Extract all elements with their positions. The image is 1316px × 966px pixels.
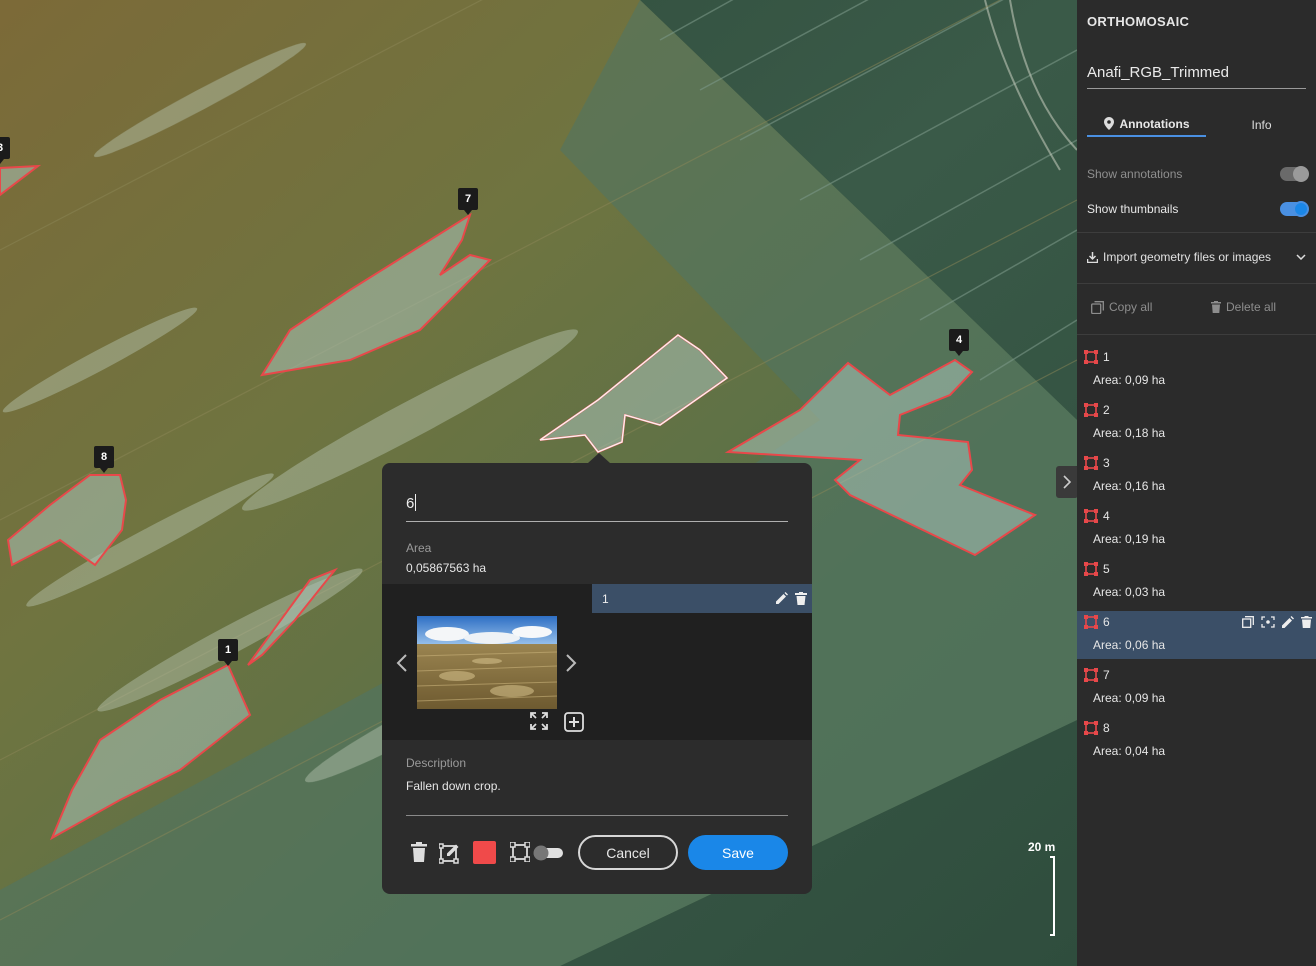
image-index: 1 (602, 592, 609, 606)
description-input[interactable]: Fallen down crop. (406, 779, 501, 793)
color-swatch[interactable] (473, 841, 496, 864)
map-marker-3[interactable]: 3 (0, 137, 10, 164)
delete-image-icon[interactable] (795, 592, 807, 605)
layer-name-value: Anafi_RGB_Trimmed (1087, 64, 1229, 81)
polygon-shape-icon (510, 842, 530, 862)
map-marker-4[interactable]: 4 (949, 329, 969, 356)
description-label: Description (406, 756, 467, 770)
area-value: 0,05867563 ha (406, 561, 487, 575)
polygon-icon (1084, 562, 1098, 576)
divider (1077, 232, 1316, 233)
annotation-list-item[interactable]: 1 Area: 0,09 ha (1077, 346, 1316, 394)
edit-icon[interactable] (1282, 616, 1294, 628)
tab-annotations[interactable]: Annotations (1087, 112, 1206, 137)
annotation-number: 6 (1103, 615, 1110, 629)
annotation-area: Area: 0,19 ha (1093, 532, 1166, 546)
show-thumbnails-toggle[interactable] (1280, 201, 1309, 217)
zoom-to-icon[interactable] (1261, 616, 1275, 628)
annotation-number: 4 (1103, 509, 1110, 523)
description-underline (406, 815, 788, 816)
prev-image-icon[interactable] (396, 654, 408, 672)
fullscreen-icon[interactable] (530, 712, 548, 730)
edit-image-icon[interactable] (775, 592, 788, 605)
annotation-number: 3 (1103, 456, 1110, 470)
show-thumbnails-row: Show thumbnails (1087, 199, 1309, 219)
annotation-area: Area: 0,09 ha (1093, 373, 1166, 387)
show-annotations-toggle[interactable] (1280, 166, 1309, 182)
import-label: Import geometry files or images (1103, 250, 1272, 264)
edit-geometry-icon[interactable] (439, 842, 461, 864)
polygon-icon (1084, 668, 1098, 682)
side-panel: ORTHOMOSAIC Anafi_RGB_Trimmed Annotation… (1077, 0, 1316, 966)
panel-tabs: Annotations Info (1087, 112, 1306, 138)
annotation-number: 1 (1103, 350, 1110, 364)
annotation-area: Area: 0,04 ha (1093, 744, 1166, 758)
annotation-area: Area: 0,09 ha (1093, 691, 1166, 705)
annotation-editor-popup: 6 Area 0,05867563 ha 1 Description Falle… (382, 453, 812, 894)
trash-icon[interactable] (1301, 616, 1312, 628)
annotation-list-item[interactable]: 6 Area: 0,06 ha (1077, 611, 1316, 659)
polygon-icon (1084, 615, 1098, 629)
fill-toggle[interactable] (533, 845, 563, 861)
map-marker-8[interactable]: 8 (94, 446, 114, 473)
image-header: 1 (592, 584, 812, 613)
copy-all-button[interactable]: Copy all (1091, 300, 1152, 314)
annotation-list-item[interactable]: 7 Area: 0,09 ha (1077, 664, 1316, 712)
delete-annotation-icon[interactable] (411, 842, 427, 862)
polygon-icon (1084, 456, 1098, 470)
tab-annotations-label: Annotations (1119, 116, 1190, 131)
map-pin-icon (1103, 117, 1114, 130)
bulk-actions: Copy all Delete all (1091, 300, 1301, 318)
import-geometry-dropdown[interactable]: Import geometry files or images (1087, 247, 1308, 267)
polygon-icon (1084, 509, 1098, 523)
annotation-number: 7 (1103, 668, 1110, 682)
add-image-icon[interactable] (564, 712, 584, 732)
divider (1077, 283, 1316, 284)
next-image-icon[interactable] (565, 654, 577, 672)
annotation-number: 8 (1103, 721, 1110, 735)
map-marker-7[interactable]: 7 (458, 188, 478, 215)
annotation-area: Area: 0,16 ha (1093, 479, 1166, 493)
delete-all-button[interactable]: Delete all (1211, 300, 1276, 314)
show-thumbnails-label: Show thumbnails (1087, 202, 1179, 216)
image-gallery: 1 (382, 584, 812, 740)
cancel-button[interactable]: Cancel (578, 835, 678, 870)
trash-icon (1211, 301, 1221, 313)
annotation-area: Area: 0,06 ha (1093, 638, 1166, 652)
map-marker-1[interactable]: 1 (218, 639, 238, 666)
show-annotations-label: Show annotations (1087, 167, 1183, 181)
annotation-list-item[interactable]: 4 Area: 0,19 ha (1077, 505, 1316, 553)
area-label: Area (406, 541, 432, 555)
copy-all-label: Copy all (1109, 300, 1153, 314)
polygon-icon (1084, 721, 1098, 735)
panel-title: ORTHOMOSAIC (1087, 14, 1190, 29)
annotation-number: 5 (1103, 562, 1110, 576)
save-button[interactable]: Save (688, 835, 788, 870)
annotation-name-input[interactable]: 6 (406, 494, 788, 522)
copy-icon[interactable] (1242, 616, 1254, 628)
annotation-list-item[interactable]: 8 Area: 0,04 ha (1077, 717, 1316, 765)
polygon-icon (1084, 403, 1098, 417)
annotation-area: Area: 0,03 ha (1093, 585, 1166, 599)
annotation-area: Area: 0,18 ha (1093, 426, 1166, 440)
annotation-list-item[interactable]: 2 Area: 0,18 ha (1077, 399, 1316, 447)
divider (1077, 334, 1316, 335)
tab-info[interactable]: Info (1217, 112, 1306, 137)
copy-icon (1091, 300, 1104, 314)
tab-info-label: Info (1251, 117, 1272, 132)
collapse-panel-button[interactable] (1056, 466, 1077, 498)
show-annotations-row: Show annotations (1087, 164, 1309, 184)
delete-all-label: Delete all (1226, 300, 1277, 314)
chevron-down-icon (1296, 254, 1306, 260)
annotation-list-item[interactable]: 3 Area: 0,16 ha (1077, 452, 1316, 500)
import-icon (1087, 251, 1098, 263)
annotation-name-value: 6 (406, 495, 415, 512)
scale-label: 20 m (1028, 840, 1056, 854)
layer-name-field[interactable]: Anafi_RGB_Trimmed (1087, 60, 1306, 89)
image-thumbnail[interactable] (417, 616, 557, 709)
annotation-list-item[interactable]: 5 Area: 0,03 ha (1077, 558, 1316, 606)
annotation-number: 2 (1103, 403, 1110, 417)
polygon-icon (1084, 350, 1098, 364)
